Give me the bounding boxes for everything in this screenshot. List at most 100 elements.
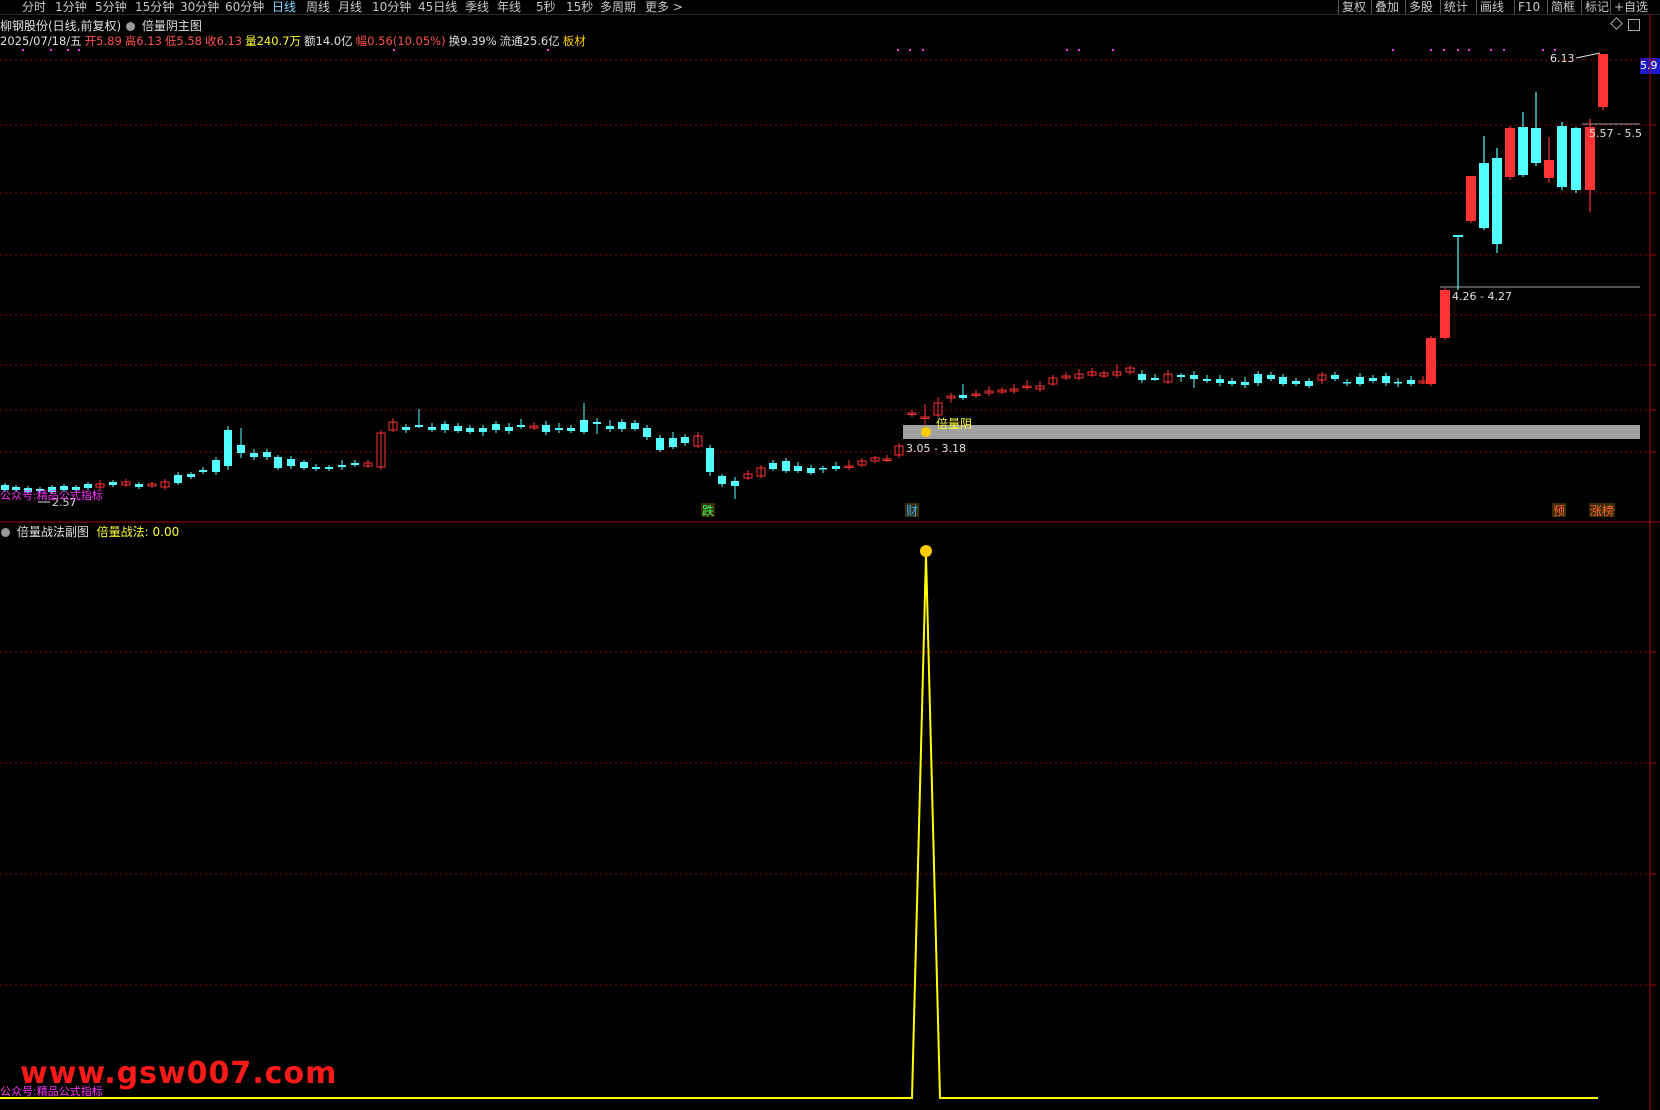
candle xyxy=(109,482,117,485)
grid-lines xyxy=(0,14,1660,1110)
zone-band xyxy=(903,425,1640,439)
candle xyxy=(1177,375,1185,377)
dot-marker xyxy=(1066,49,1068,51)
rally-candle xyxy=(1492,158,1502,244)
event-tag-2: 预 xyxy=(1553,504,1565,518)
rally-candle xyxy=(1426,338,1436,384)
candle xyxy=(287,459,295,466)
candle xyxy=(250,453,258,457)
candle xyxy=(769,463,777,469)
candle xyxy=(606,426,614,429)
candle xyxy=(706,448,714,472)
candle xyxy=(731,481,739,486)
rally-candle xyxy=(1466,176,1476,221)
candle xyxy=(593,422,601,424)
candle xyxy=(643,428,651,437)
zone-label-1: 3.05 - 3.18 xyxy=(906,442,966,455)
candle xyxy=(542,425,550,432)
candle xyxy=(567,428,575,431)
candle xyxy=(263,452,271,457)
candle xyxy=(1292,381,1300,384)
candle xyxy=(237,445,245,453)
candle xyxy=(794,466,802,471)
candle xyxy=(1138,374,1146,380)
candle xyxy=(1241,382,1249,385)
candle xyxy=(466,428,474,432)
event-tag-1: 财 xyxy=(906,504,918,518)
candle xyxy=(402,427,410,430)
rally-candle xyxy=(1544,160,1554,178)
candle xyxy=(212,460,220,472)
sub-value-label: 倍量战法: xyxy=(96,525,149,539)
rally-candle xyxy=(1505,128,1515,177)
signal-label: 倍量阴 xyxy=(936,416,972,431)
rally-candle xyxy=(1440,290,1450,338)
dot-marker xyxy=(1112,49,1114,51)
candle xyxy=(1331,375,1339,379)
rally-candle xyxy=(1518,127,1528,175)
candle xyxy=(1203,379,1211,381)
rally-candle xyxy=(1453,235,1463,237)
candle xyxy=(580,420,588,432)
dot-marker xyxy=(897,49,899,51)
candle xyxy=(1394,382,1402,384)
sub-value: 0.00 xyxy=(152,525,180,539)
zone-label-2: 4.26 - 4.27 xyxy=(1452,290,1512,303)
signal-coin-icon xyxy=(921,427,931,437)
zone-label-3: 5.57 - 5.5 xyxy=(1589,127,1642,140)
dot-marker xyxy=(547,49,549,51)
candle xyxy=(807,468,815,473)
candle xyxy=(1267,375,1275,379)
candle xyxy=(517,425,525,427)
candle xyxy=(174,475,182,483)
candle xyxy=(959,395,967,398)
kline-chart[interactable]: 3.05 - 3.184.26 - 4.275.57 - 5.56.132.57… xyxy=(0,0,1660,1110)
watermark-text: www.gsw007.com xyxy=(20,1056,338,1091)
sub-chart-lines xyxy=(0,545,1598,1099)
candle xyxy=(351,463,359,465)
candle xyxy=(1151,378,1159,380)
dot-marker xyxy=(1078,49,1080,51)
candle xyxy=(187,474,195,477)
sub-chart-title[interactable]: 倍量战法副图 xyxy=(17,525,89,539)
sub-chart-title-line: 倍量战法副图 倍量战法: 0.00 xyxy=(0,524,179,540)
candle xyxy=(338,465,346,467)
candle xyxy=(454,426,462,431)
main-pub-label: 公众号:精品公式指标 xyxy=(0,489,103,502)
sub-indicator-toggle-icon[interactable] xyxy=(1,528,10,537)
dot-marker xyxy=(1503,49,1505,51)
candle xyxy=(832,466,840,469)
candle xyxy=(300,462,308,468)
candle xyxy=(1279,377,1287,384)
dot-marker xyxy=(22,49,24,51)
candle xyxy=(1407,380,1415,384)
candle xyxy=(656,438,664,450)
candle xyxy=(1382,376,1390,383)
candle xyxy=(1343,382,1351,384)
candle xyxy=(325,467,333,469)
candle xyxy=(718,476,726,484)
candle xyxy=(1228,381,1236,384)
dot-marker xyxy=(78,49,80,51)
candle xyxy=(199,470,207,472)
event-tag-0: 跌 xyxy=(702,503,714,518)
candle xyxy=(428,427,436,430)
high-marker-label: 6.13 xyxy=(1550,52,1575,65)
candle xyxy=(555,428,563,430)
dot-marker xyxy=(1392,49,1394,51)
candle xyxy=(681,437,689,443)
candle xyxy=(224,430,232,466)
candle xyxy=(1216,379,1224,383)
event-tag-3: 涨榜 xyxy=(1590,503,1614,518)
high-marker-arrow xyxy=(1575,52,1601,59)
dot-marker xyxy=(67,49,69,51)
dot-marker xyxy=(1542,49,1544,51)
candle xyxy=(782,461,790,471)
candle xyxy=(631,423,639,429)
dot-marker xyxy=(1490,49,1492,51)
candle xyxy=(441,424,449,430)
dot-marker xyxy=(393,49,395,51)
peak-coin-icon xyxy=(920,545,932,557)
candle xyxy=(415,425,423,427)
candle xyxy=(1356,377,1364,384)
